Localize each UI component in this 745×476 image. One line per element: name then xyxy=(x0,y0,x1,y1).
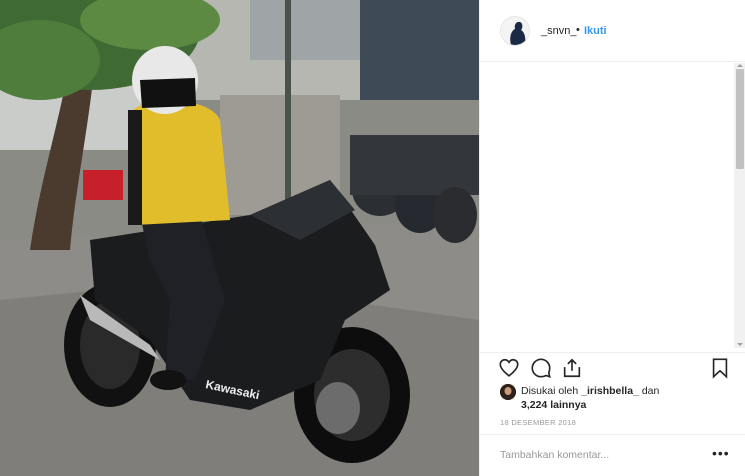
post-photo[interactable]: Kawasaki xyxy=(0,0,479,476)
avatar[interactable] xyxy=(500,16,530,46)
liker-avatar[interactable] xyxy=(500,384,516,400)
username-link[interactable]: _snvn_ xyxy=(541,25,576,37)
likes-count-link[interactable]: 3,224 lainnya xyxy=(521,399,586,411)
liker-avatar-graphic xyxy=(500,384,516,400)
post-date[interactable]: 18 DESEMBER 2018 xyxy=(500,418,576,427)
post-header: _snvn_ • Ikuti xyxy=(480,0,745,62)
follow-button[interactable]: Ikuti xyxy=(584,25,607,37)
scroll-up-icon[interactable] xyxy=(737,64,743,67)
scroll-down-icon[interactable] xyxy=(737,343,743,346)
likes-text: Disukai oleh _irishbella_ dan 3,224 lain… xyxy=(521,384,741,412)
avatar-silhouette-icon xyxy=(501,17,529,45)
liker-username-link[interactable]: _irishbella_ xyxy=(581,385,639,397)
heart-icon[interactable] xyxy=(498,357,520,379)
scrollbar-thumb[interactable] xyxy=(736,69,744,169)
comment-icon[interactable] xyxy=(530,357,552,379)
scrollbar[interactable] xyxy=(734,63,745,348)
more-options-button[interactable]: ••• xyxy=(712,446,730,460)
header-separator: • xyxy=(576,24,580,36)
comments-area[interactable] xyxy=(480,63,745,348)
likes-joiner: dan xyxy=(641,385,660,397)
bookmark-icon[interactable] xyxy=(709,357,731,379)
likes-summary: Disukai oleh _irishbella_ dan 3,224 lain… xyxy=(500,384,740,414)
comment-bar: ••• xyxy=(480,434,745,476)
post-photo-graphic: Kawasaki xyxy=(0,0,479,476)
share-icon[interactable] xyxy=(561,357,583,379)
action-bar xyxy=(480,352,745,382)
comment-input[interactable] xyxy=(500,449,690,461)
post-side-panel: _snvn_ • Ikuti Disukai oleh _irishbella_… xyxy=(479,0,745,476)
likes-prefix: Disukai oleh xyxy=(521,385,579,397)
